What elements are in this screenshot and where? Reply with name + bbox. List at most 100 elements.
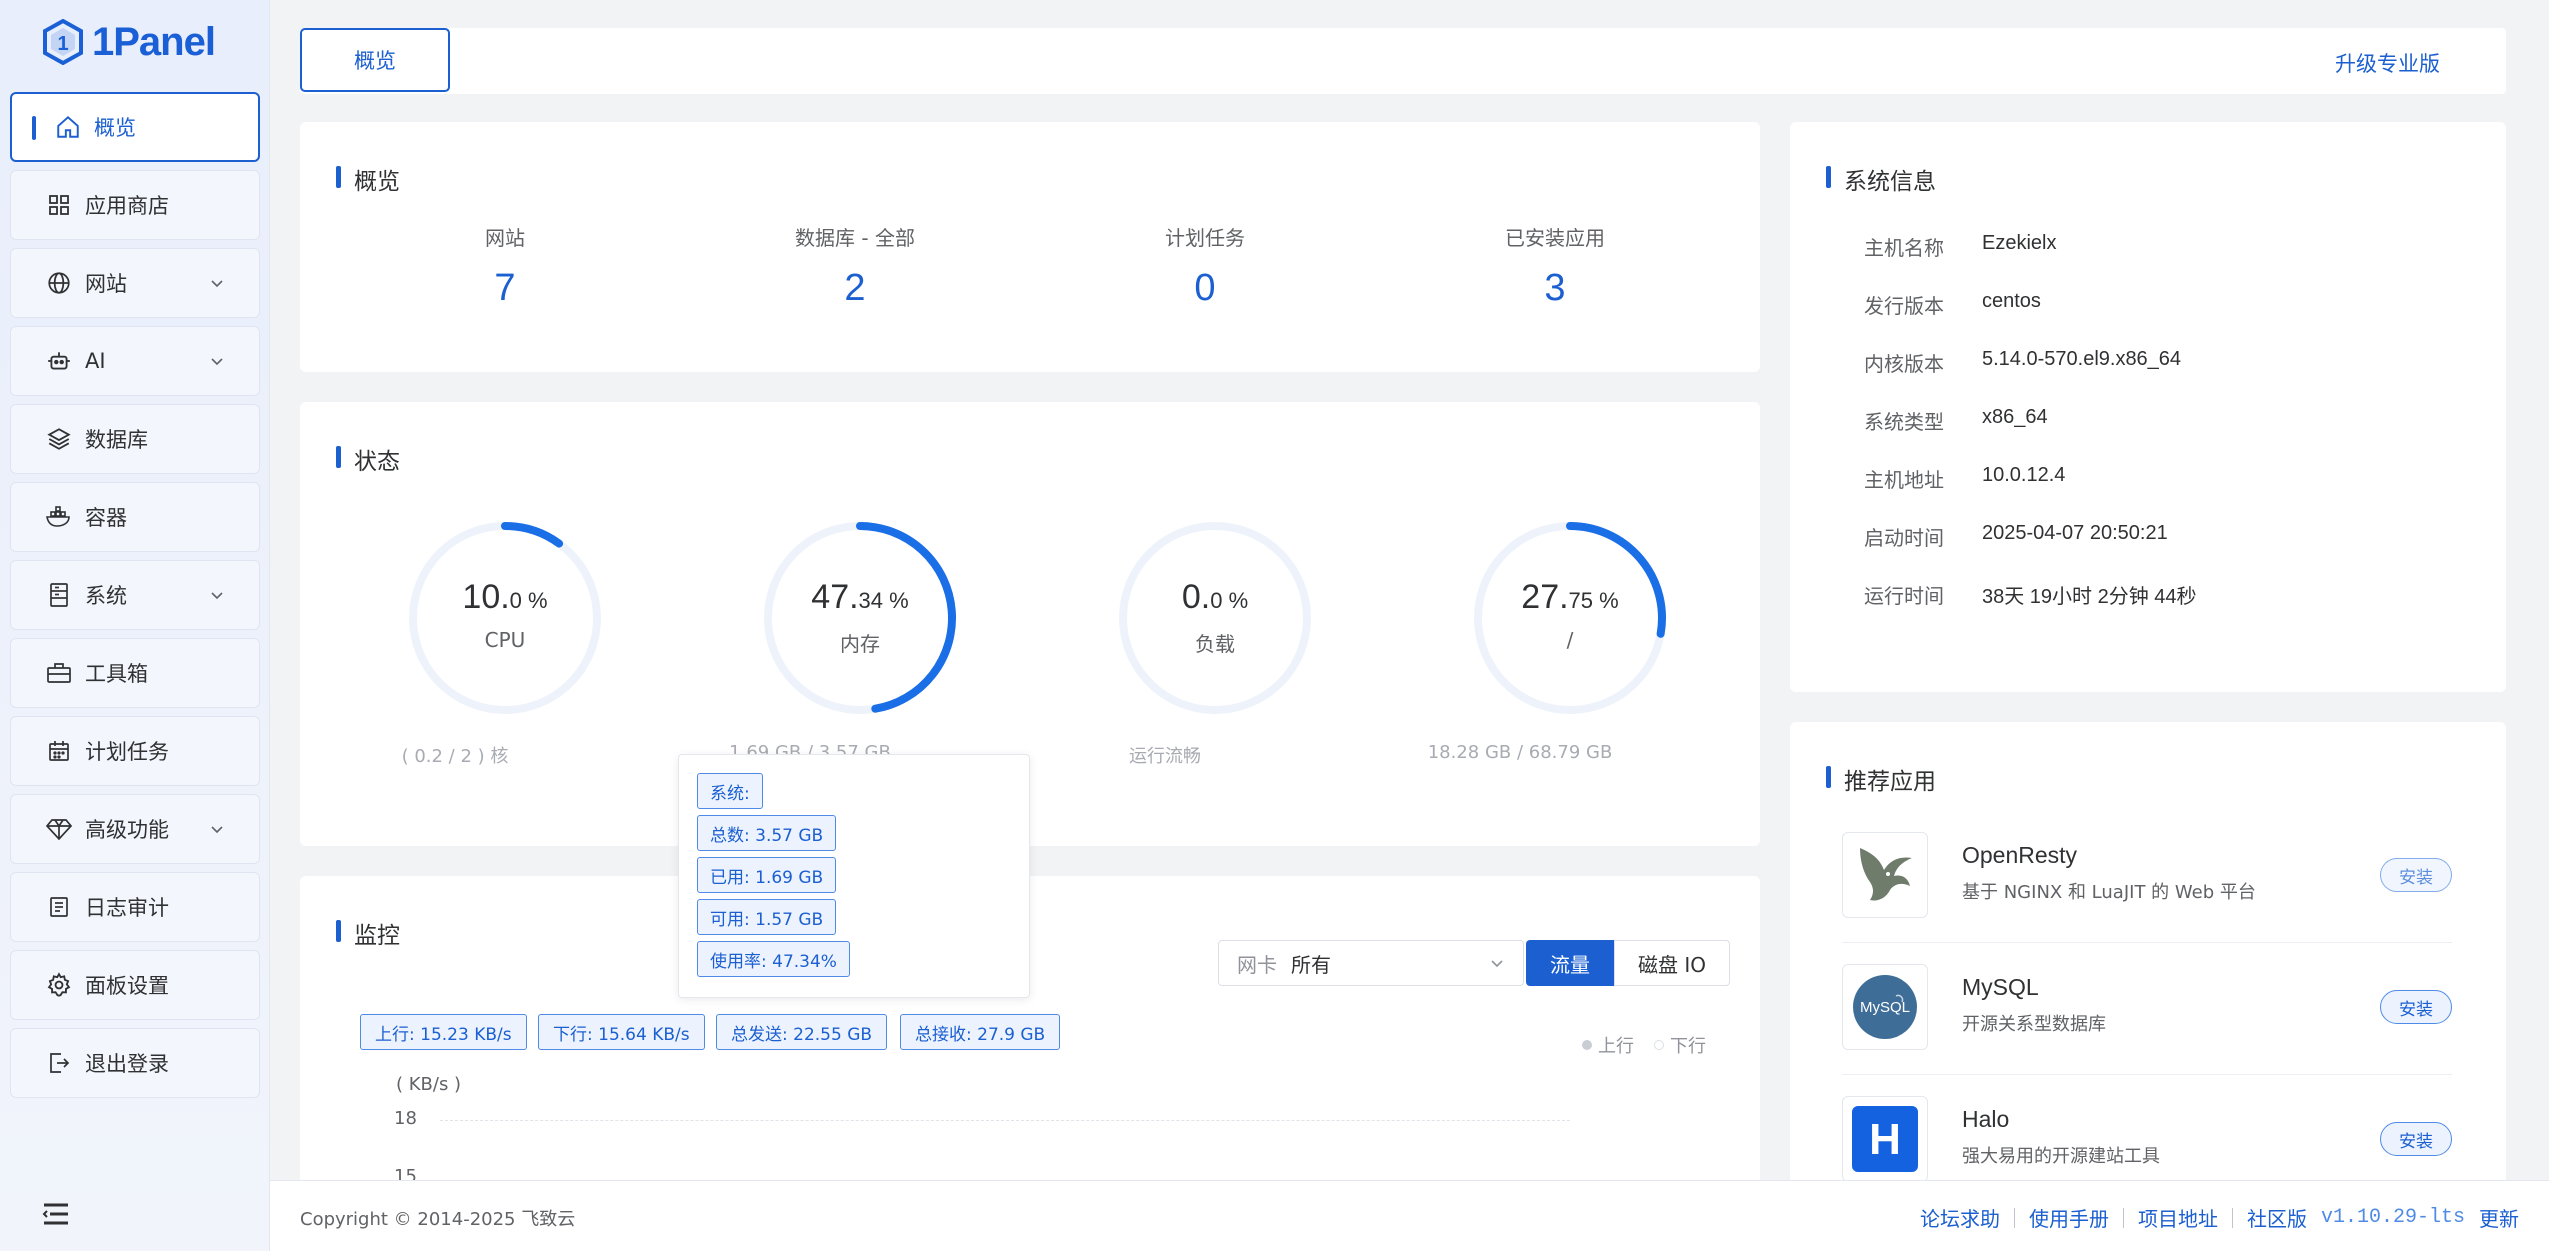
sidebar-item-overview[interactable]: 概览	[10, 92, 260, 162]
sidebar-item-advanced[interactable]: 高级功能	[10, 794, 260, 864]
nic-select[interactable]: 网卡 所有	[1218, 940, 1524, 986]
chevron-down-icon	[211, 358, 223, 366]
forum-link[interactable]: 论坛求助	[1920, 1203, 2000, 1232]
sysinfo-row-distro: 发行版本 centos	[1864, 290, 2041, 318]
cpu-gauge[interactable]: 10.0 % CPU	[405, 518, 605, 718]
sidebar-item-system[interactable]: 系统	[10, 560, 260, 630]
sidebar-item-cron[interactable]: 计划任务	[10, 716, 260, 786]
app-name: Halo	[1962, 1106, 2010, 1132]
divider	[2231, 1207, 2233, 1228]
sidebar-item-label: 日志审计	[85, 896, 169, 920]
tooltip-item: 可用: 1.57 GB	[697, 899, 837, 935]
sidebar-menu: 概览 应用商店 网站 AI 数据库 容器 系统 工具箱 计划任务 高级功能 日志…	[10, 92, 260, 1106]
sidebar-item-log-audit[interactable]: 日志审计	[10, 872, 260, 942]
stat-value: 2	[844, 267, 866, 309]
app-item-mysql: MySQL MySQL 开源关系型数据库 安装	[1842, 964, 2452, 1084]
tooltip-item: 已用: 1.69 GB	[697, 857, 837, 893]
stat-value: 0	[1194, 267, 1216, 309]
stat-installed-apps[interactable]: 已安装应用 3	[1405, 222, 1705, 310]
gauge-detail: 18.28 GB / 68.79 GB	[1427, 742, 1613, 763]
stat-databases[interactable]: 数据库 - 全部 2	[705, 222, 1005, 310]
stat-label: 网站	[485, 226, 525, 250]
sidebar: 1 1Panel 概览 应用商店 网站 AI 数据库 容器 系统 工具箱 计划任…	[0, 0, 270, 1251]
sidebar-item-label: 面板设置	[85, 974, 169, 998]
app-name: OpenResty	[1962, 842, 2078, 868]
app-item-openresty: OpenResty 基于 NGINX 和 LuaJIT 的 Web 平台 安装	[1842, 832, 2452, 952]
memory-gauge[interactable]: 47.34 % 内存	[760, 518, 960, 718]
openresty-icon	[1842, 832, 1928, 918]
app-desc: 基于 NGINX 和 LuaJIT 的 Web 平台	[1962, 882, 2256, 903]
mysql-icon: MySQL	[1842, 964, 1928, 1050]
traffic-button[interactable]: 流量	[1526, 940, 1614, 986]
stat-label: 数据库 - 全部	[795, 226, 915, 250]
update-link[interactable]: 更新	[2479, 1203, 2519, 1232]
nic-select-value: 所有	[1291, 952, 1331, 977]
manual-link[interactable]: 使用手册	[2029, 1203, 2109, 1232]
sidebar-item-label: AI	[85, 349, 106, 373]
project-link[interactable]: 项目地址	[2138, 1203, 2218, 1232]
card-title: 概览	[336, 162, 400, 196]
log-icon	[45, 893, 73, 921]
robot-icon	[45, 347, 73, 375]
stat-cron-jobs[interactable]: 计划任务 0	[1055, 222, 1355, 310]
upgrade-pro-link[interactable]: 升级专业版	[2335, 48, 2440, 78]
gauge-value: 10.0 %	[462, 578, 548, 616]
legend-dot	[1654, 1040, 1664, 1050]
sidebar-item-toolbox[interactable]: 工具箱	[10, 638, 260, 708]
tooltip-item: 使用率: 47.34%	[697, 941, 850, 977]
memory-tooltip: 系统: 总数: 3.57 GB 已用: 1.69 GB 可用: 1.57 GB …	[678, 754, 1030, 998]
status-card: 状态 10.0 % CPU ( 0.2 / 2 ) 核 47.34 % 内存 1…	[300, 402, 1760, 846]
disk-gauge[interactable]: 27.75 % /	[1470, 518, 1670, 718]
stat-value: 3	[1544, 267, 1566, 309]
legend-download[interactable]: 下行	[1654, 1032, 1706, 1058]
install-button[interactable]: 安装	[2380, 1122, 2452, 1156]
chart-gridline	[440, 1120, 1570, 1121]
overview-card: 概览 网站 7 数据库 - 全部 2 计划任务 0 已安装应用 3	[300, 122, 1760, 372]
sidebar-item-label: 高级功能	[85, 818, 169, 842]
community-edition-link[interactable]: 社区版	[2247, 1203, 2307, 1232]
logo[interactable]: 1 1Panel	[42, 14, 216, 70]
chart-unit-label: ( KB/s )	[396, 1074, 462, 1095]
sysinfo-row-arch: 系统类型 x86_64	[1864, 406, 2048, 434]
collapse-menu-icon[interactable]	[40, 1200, 72, 1228]
sidebar-item-label: 工具箱	[85, 662, 148, 686]
version-label: v1.10.29-lts	[2320, 1206, 2465, 1229]
chevron-down-icon	[1491, 960, 1503, 968]
install-button[interactable]: 安装	[2380, 858, 2452, 892]
sysinfo-row-kernel: 内核版本 5.14.0-570.el9.x86_64	[1864, 348, 2182, 376]
sysinfo-row-boot-time: 启动时间 2025-04-07 20:50:21	[1864, 522, 2168, 550]
card-title: 监控	[336, 916, 400, 950]
docker-icon	[45, 503, 73, 531]
sidebar-item-ai[interactable]: AI	[10, 326, 260, 396]
gauge-label: /	[1566, 628, 1574, 652]
sidebar-item-app-store[interactable]: 应用商店	[10, 170, 260, 240]
total-received-tag: 总接收: 27.9 GB	[900, 1014, 1061, 1050]
card-title: 状态	[336, 442, 400, 476]
sidebar-item-container[interactable]: 容器	[10, 482, 260, 552]
divider	[1842, 1074, 2452, 1075]
sidebar-item-logout[interactable]: 退出登录	[10, 1028, 260, 1098]
stat-websites[interactable]: 网站 7	[355, 222, 655, 310]
disk-io-button[interactable]: 磁盘 IO	[1614, 940, 1730, 986]
halo-icon: H	[1842, 1096, 1928, 1182]
tab-overview[interactable]: 概览	[300, 28, 450, 92]
chevron-down-icon	[211, 280, 223, 288]
divider	[2013, 1207, 2015, 1228]
sysinfo-row-hostname: 主机名称 Ezekielx	[1864, 232, 2057, 260]
app-desc: 开源关系型数据库	[1962, 1014, 2106, 1035]
legend-upload[interactable]: 上行	[1582, 1032, 1634, 1058]
load-gauge[interactable]: 0.0 % 负载	[1115, 518, 1315, 718]
gauge-value: 0.0 %	[1181, 578, 1249, 616]
grid-icon	[45, 191, 73, 219]
sidebar-item-label: 退出登录	[85, 1052, 169, 1076]
footer-links: 论坛求助 使用手册 项目地址 社区版 v1.10.29-lts 更新	[1920, 1203, 2519, 1232]
install-button[interactable]: 安装	[2380, 990, 2452, 1024]
tooltip-item: 系统:	[697, 773, 763, 809]
nic-select-prefix: 网卡	[1237, 952, 1277, 977]
sidebar-item-settings[interactable]: 面板设置	[10, 950, 260, 1020]
sidebar-item-website[interactable]: 网站	[10, 248, 260, 318]
sidebar-item-label: 容器	[85, 506, 127, 530]
sidebar-item-label: 应用商店	[85, 194, 169, 218]
stat-label: 计划任务	[1165, 226, 1245, 250]
sidebar-item-database[interactable]: 数据库	[10, 404, 260, 474]
